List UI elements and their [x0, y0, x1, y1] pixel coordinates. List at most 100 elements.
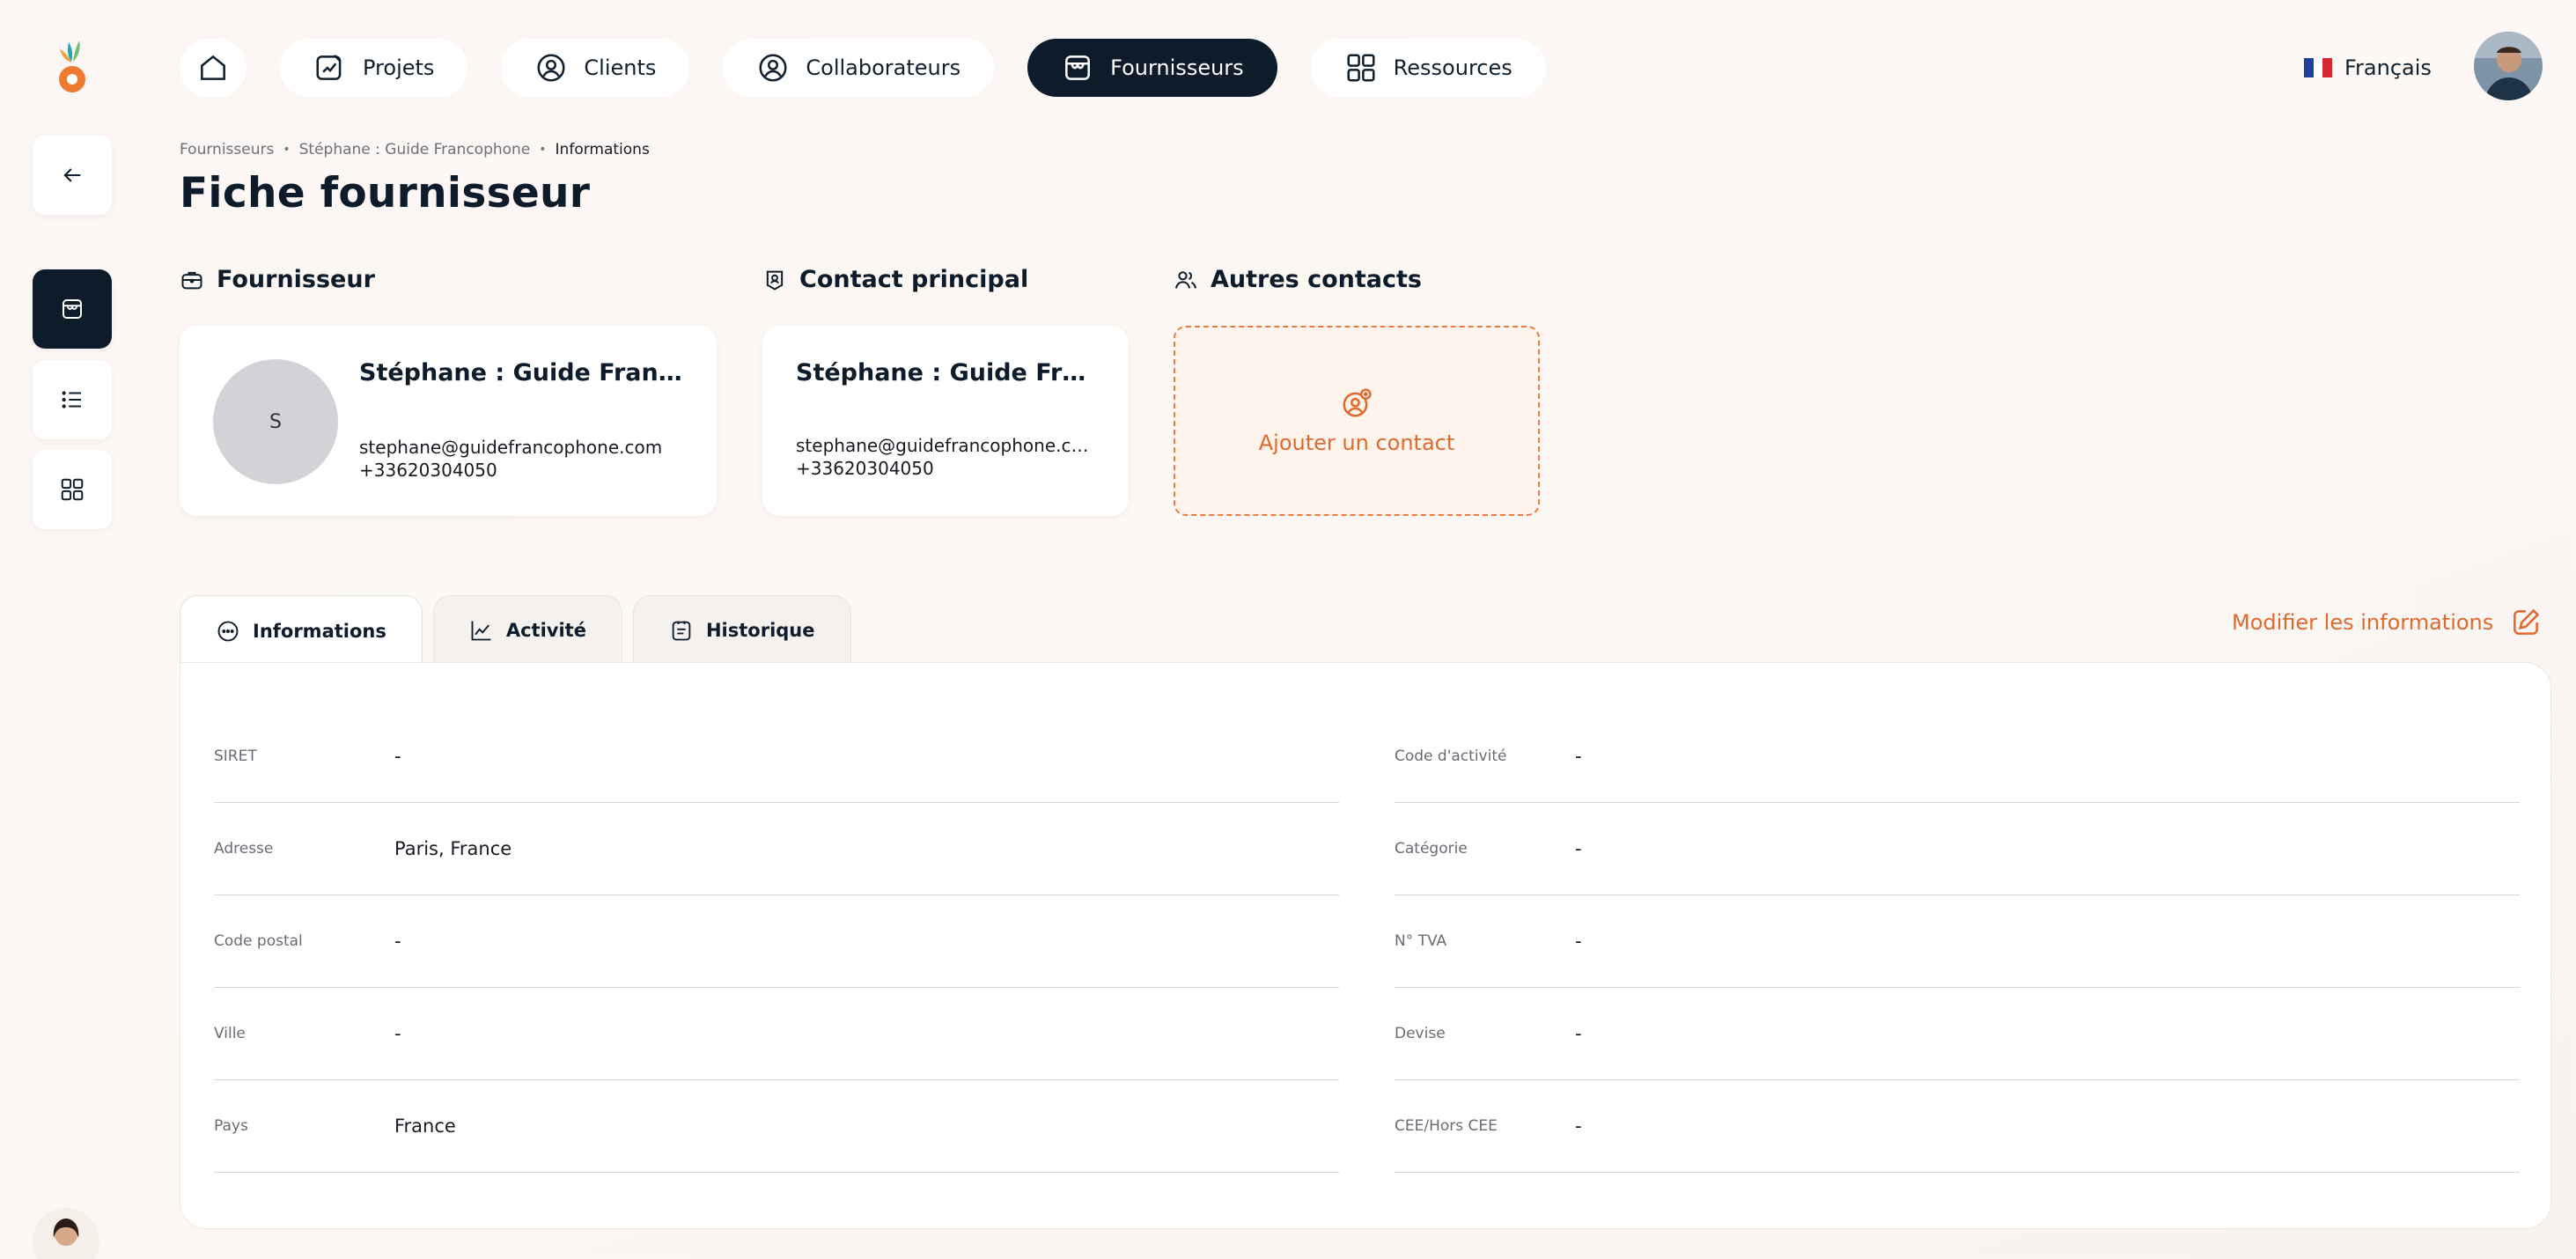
info-value: - [1575, 1115, 1582, 1137]
info-row-siret: SIRET - [214, 710, 1339, 803]
info-value: - [394, 746, 401, 767]
supplier-name: Stéphane : Guide Francophone [359, 359, 692, 387]
info-value: - [1575, 1023, 1582, 1044]
arrow-left-icon [63, 168, 81, 182]
store-icon [63, 299, 82, 319]
breadcrumb-item-supplier[interactable]: Stéphane : Guide Francophone [299, 141, 531, 158]
info-label: Pays [214, 1117, 248, 1135]
french-flag-icon [2304, 58, 2333, 77]
info-label: Code d'activité [1395, 747, 1507, 765]
info-value: - [1575, 746, 1582, 767]
info-panel: SIRET - Adresse Paris, France Code posta… [180, 662, 2551, 1229]
breadcrumb: Fournisseurs • Stéphane : Guide Francoph… [180, 141, 650, 158]
breadcrumb-separator: • [283, 143, 291, 157]
user-circle-icon [759, 54, 787, 82]
tab-bar: Informations Activité Historique [180, 595, 851, 666]
info-label: CEE/Hors CEE [1395, 1117, 1498, 1135]
nav-item-projets[interactable]: Projets [280, 39, 468, 97]
info-label: Ville [214, 1025, 246, 1042]
breadcrumb-item-current: Informations [555, 141, 650, 158]
tab-historique[interactable]: Historique [632, 595, 851, 664]
info-row-code-activite: Code d'activité - [1395, 710, 2520, 803]
nav-item-label: Collaborateurs [806, 55, 961, 80]
project-edit-icon [316, 54, 342, 80]
info-label: Devise [1395, 1025, 1446, 1042]
add-contact-label: Ajouter un contact [1258, 431, 1455, 455]
list-icon [62, 391, 81, 409]
line-chart-icon [471, 621, 491, 640]
section-title-supplier: Fournisseur [180, 266, 375, 293]
user-circle-icon [537, 54, 565, 82]
nav-item-label: Ressources [1393, 55, 1512, 80]
section-title-label: Contact principal [799, 266, 1029, 293]
tab-label: Activité [505, 619, 586, 641]
tab-informations[interactable]: Informations [180, 595, 423, 666]
info-value: - [1575, 838, 1582, 859]
main-contact-phone[interactable]: +33620304050 [796, 458, 1097, 479]
nav-item-ressources[interactable]: Ressources [1310, 39, 1546, 97]
nav-item-collaborateurs[interactable]: Collaborateurs [723, 39, 995, 97]
info-label: SIRET [214, 747, 257, 765]
language-selector[interactable]: Français [2304, 51, 2432, 85]
supplier-phone[interactable]: +33620304050 [359, 460, 694, 481]
tab-label: Informations [253, 620, 386, 642]
page-title: Fiche fournisseur [180, 169, 591, 217]
supplier-card: S Stéphane : Guide Francophone stephane@… [180, 326, 717, 516]
info-row-adresse: Adresse Paris, France [214, 803, 1339, 895]
users-icon [1174, 270, 1197, 289]
store-icon [1065, 55, 1091, 80]
top-navigation: Projets Clients Collaborateurs Fournisse… [180, 39, 1546, 97]
edit-info-label: Modifier les informations [2232, 610, 2494, 635]
edit-icon [2513, 608, 2540, 635]
nav-item-clients[interactable]: Clients [501, 39, 690, 97]
briefcase-icon [181, 271, 202, 289]
history-list-icon [672, 621, 691, 640]
main-contact-name: Stéphane : Guide Francophone [796, 359, 1095, 387]
tab-activite[interactable]: Activité [432, 595, 622, 664]
user-avatar[interactable] [2474, 32, 2543, 100]
add-user-icon [1343, 388, 1372, 417]
nav-item-label: Clients [584, 55, 657, 80]
language-label: Français [2344, 55, 2432, 80]
supplier-avatar: S [213, 359, 338, 484]
info-label: Code postal [214, 932, 303, 950]
back-button[interactable] [33, 136, 112, 215]
info-row-tva: N° TVA - [1395, 895, 2520, 988]
info-value: - [394, 1023, 401, 1044]
main-contact-card: Stéphane : Guide Francophone stephane@gu… [762, 326, 1129, 516]
add-contact-button[interactable]: Ajouter un contact [1174, 326, 1540, 516]
sidebar-item-supplier-sheet[interactable] [33, 269, 112, 349]
section-title-other-contacts: Autres contacts [1174, 266, 1422, 293]
breadcrumb-separator: • [539, 143, 547, 157]
user-badge-icon [766, 270, 784, 291]
assistant-avatar[interactable] [33, 1208, 99, 1259]
info-row-code-postal: Code postal - [214, 895, 1339, 988]
supplier-email[interactable]: stephane@guidefrancophone.com [359, 437, 694, 458]
nav-item-fournisseurs[interactable]: Fournisseurs [1027, 39, 1277, 97]
info-value: - [394, 931, 401, 952]
sidebar-item-list[interactable] [33, 360, 112, 439]
info-row-cee: CEE/Hors CEE - [1395, 1080, 2520, 1173]
info-value: - [1575, 931, 1582, 952]
info-label: Adresse [214, 840, 274, 858]
breadcrumb-item-fournisseurs[interactable]: Fournisseurs [180, 141, 274, 158]
section-title-main-contact: Contact principal [762, 266, 1028, 293]
nav-item-label: Fournisseurs [1110, 55, 1244, 80]
info-row-devise: Devise - [1395, 988, 2520, 1080]
home-icon [201, 55, 225, 80]
more-circle-icon [217, 621, 239, 641]
app-logo[interactable] [49, 39, 95, 97]
edit-info-button[interactable]: Modifier les informations [2232, 606, 2543, 639]
info-row-pays: Pays France [214, 1080, 1339, 1173]
sidebar-item-grid[interactable] [33, 450, 112, 529]
info-label: Catégorie [1395, 840, 1468, 858]
info-row-categorie: Catégorie - [1395, 803, 2520, 895]
info-value: France [394, 1115, 456, 1137]
main-contact-email[interactable]: stephane@guidefrancophone.com [796, 435, 1097, 456]
info-label: N° TVA [1395, 932, 1447, 950]
nav-home-button[interactable] [180, 39, 247, 97]
grid-icon [61, 478, 84, 501]
info-row-ville: Ville - [214, 988, 1339, 1080]
section-title-label: Autres contacts [1211, 266, 1423, 293]
info-value: Paris, France [394, 838, 512, 859]
